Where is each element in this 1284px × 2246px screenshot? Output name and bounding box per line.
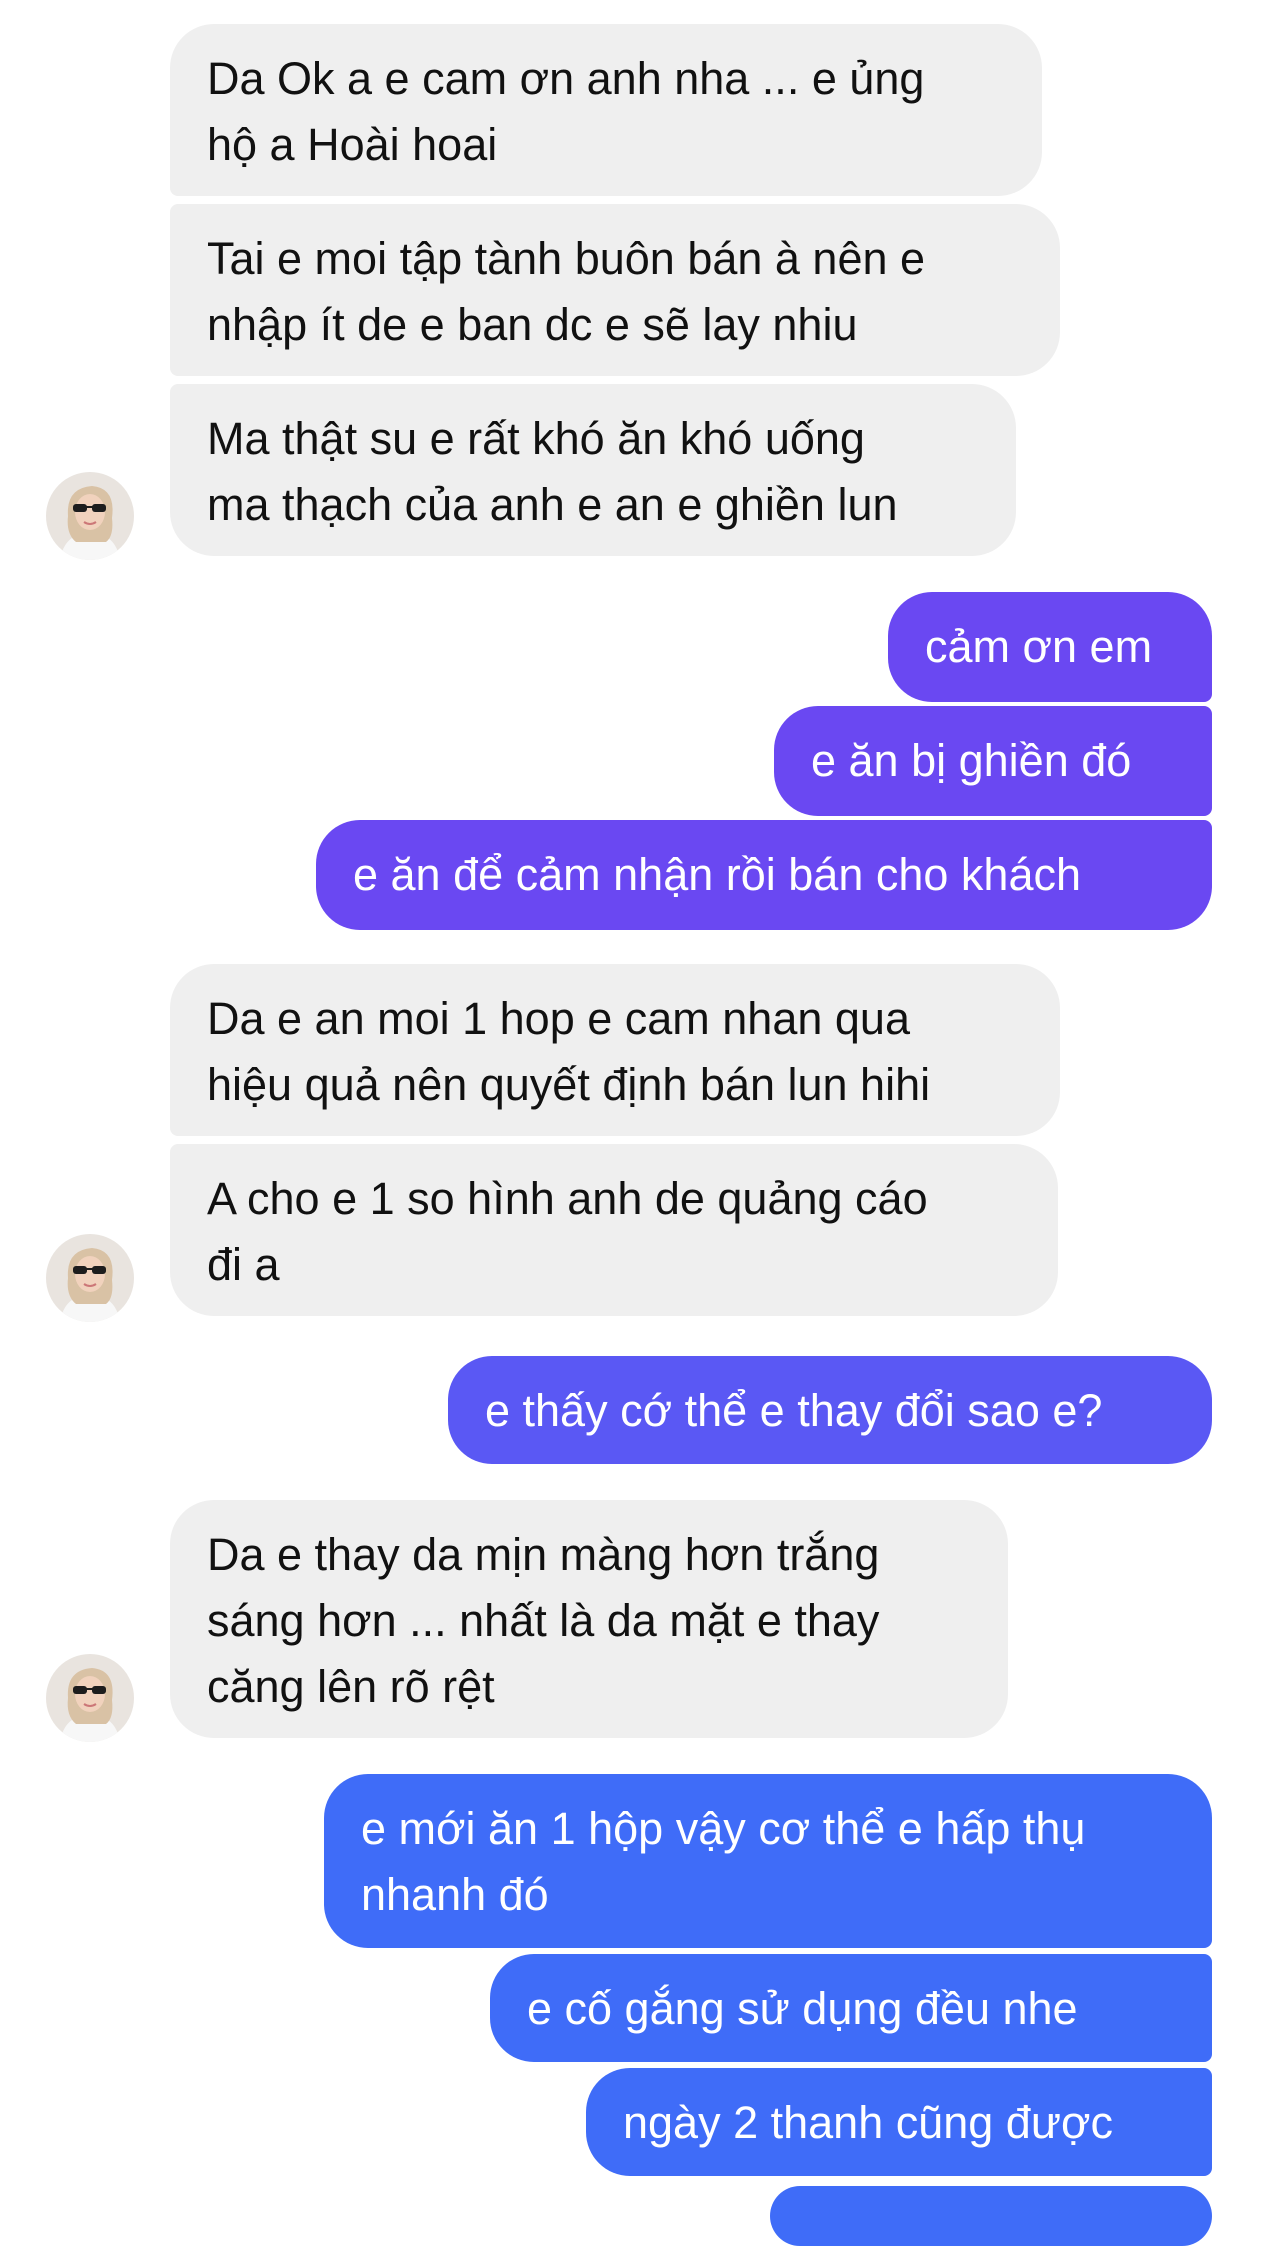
message-bubble-incoming[interactable]: Tai e moi tập tành buôn bán à nên e nhập…	[170, 204, 1060, 376]
message-line: e ăn để cảm nhận rồi bán cho khách	[353, 849, 1081, 900]
message-bubble-outgoing[interactable]: e thấy cớ thể e thay đổi sao e?	[448, 1356, 1212, 1464]
message-bubble-outgoing[interactable]: e ăn bị ghiền đó	[774, 706, 1212, 816]
message-line: e mới ăn 1 hộp vậy cơ thể e hấp thụ	[361, 1803, 1086, 1854]
profile-photo-icon	[46, 472, 134, 560]
contact-avatar[interactable]	[46, 1234, 134, 1322]
message-line: e thấy cớ thể e thay đổi sao e?	[485, 1385, 1103, 1436]
message-line: e cố gắng sử dụng đều nhe	[527, 1983, 1078, 2034]
chat-thread[interactable]: Da Ok a e cam ơn anh nha ... e ủng hộ a …	[0, 0, 1284, 2246]
message-line: Da e an moi 1 hop e cam nhan qua	[207, 993, 910, 1044]
message-bubble-outgoing[interactable]: e cố gắng sử dụng đều nhe	[490, 1954, 1212, 2062]
profile-photo-icon	[46, 1234, 134, 1322]
message-bubble-incoming[interactable]: Ma thật su e rất khó ăn khó uống ma thạc…	[170, 384, 1016, 556]
profile-photo-icon	[46, 1654, 134, 1742]
message-line: Tai e moi tập tành buôn bán à nên e	[207, 233, 926, 284]
message-line: Da e thay da mịn màng hơn trắng	[207, 1529, 880, 1580]
contact-avatar[interactable]	[46, 472, 134, 560]
message-line: cảm ơn em	[925, 621, 1153, 672]
message-line: nhanh đó	[361, 1869, 549, 1920]
message-bubble-outgoing[interactable]: cảm ơn em	[888, 592, 1212, 702]
message-line: căng lên rõ rệt	[207, 1661, 495, 1712]
message-bubble-outgoing[interactable]: e mới ăn 1 hộp vậy cơ thể e hấp thụ nhan…	[324, 1774, 1212, 1948]
message-bubble-outgoing[interactable]: ngày 2 thanh cũng được	[586, 2068, 1212, 2176]
message-line: ma thạch của anh e an e ghiền lun	[207, 479, 898, 530]
message-bubble-outgoing-partial[interactable]	[770, 2186, 1212, 2246]
message-line: Da Ok a e cam ơn anh nha ... e ủng	[207, 53, 925, 104]
message-line: đi a	[207, 1239, 280, 1290]
message-bubble-incoming[interactable]: Da e thay da mịn màng hơn trắng sáng hơn…	[170, 1500, 1008, 1738]
contact-avatar[interactable]	[46, 1654, 134, 1742]
message-line: ngày 2 thanh cũng được	[623, 2097, 1113, 2148]
message-line: A cho e 1 so hình anh de quảng cáo	[207, 1173, 928, 1224]
message-line: nhập ít de e ban dc e sẽ lay nhiu	[207, 299, 858, 350]
message-line: e ăn bị ghiền đó	[811, 735, 1132, 786]
message-bubble-outgoing[interactable]: e ăn để cảm nhận rồi bán cho khách	[316, 820, 1212, 930]
message-bubble-incoming[interactable]: Da Ok a e cam ơn anh nha ... e ủng hộ a …	[170, 24, 1042, 196]
message-bubble-incoming[interactable]: Da e an moi 1 hop e cam nhan qua hiệu qu…	[170, 964, 1060, 1136]
message-line: hộ a Hoài hoai	[207, 119, 498, 170]
message-line: sáng hơn ... nhất là da mặt e thay	[207, 1595, 880, 1646]
message-line: Ma thật su e rất khó ăn khó uống	[207, 413, 865, 464]
message-bubble-incoming[interactable]: A cho e 1 so hình anh de quảng cáo đi a	[170, 1144, 1058, 1316]
message-line: hiệu quả nên quyết định bán lun hihi	[207, 1059, 931, 1110]
